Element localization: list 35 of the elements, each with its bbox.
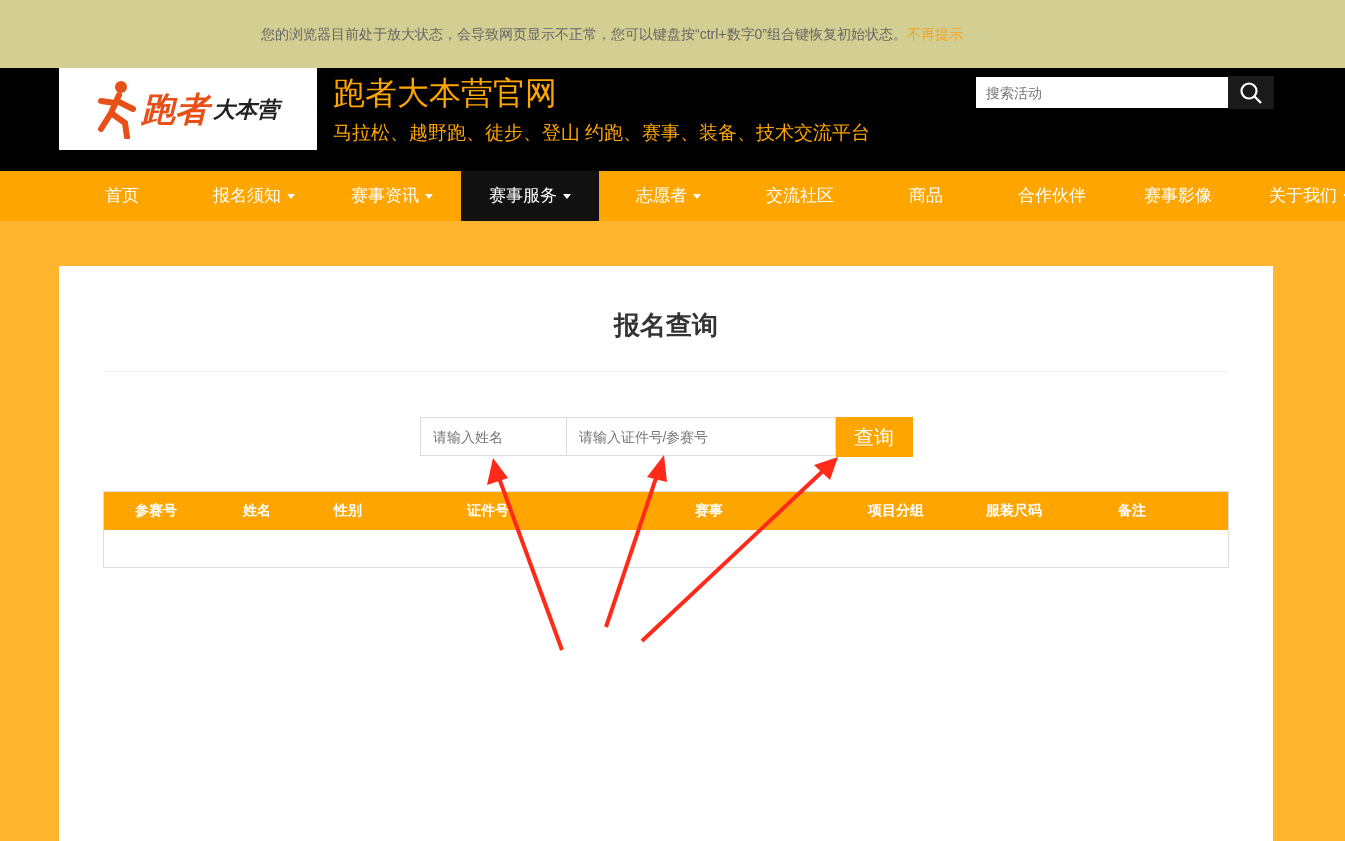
column-header: 姓名: [207, 491, 306, 530]
search-icon: [1239, 80, 1263, 105]
caret-icon: [563, 193, 571, 199]
nav-item[interactable]: 赛事影像: [1115, 171, 1241, 221]
column-header: 备注: [1067, 491, 1196, 530]
zoom-warning-text: 您的浏览器目前处于放大状态，会导致网页显示不正常，您可以键盘按“ctrl+数字0”组合键恢复初始状态。: [261, 24, 907, 44]
id-number-field[interactable]: 请输入证件号/参赛号: [566, 417, 836, 456]
site-tagline: 马拉松、越野跑、徒步、登山 约跑、赛事、装备、技术交流平台: [333, 121, 871, 146]
nav-item[interactable]: 商品: [863, 171, 989, 221]
caret-icon: [692, 193, 701, 199]
nav-item[interactable]: 志愿者: [599, 171, 737, 221]
caret-icon: [287, 193, 295, 199]
nav-item[interactable]: 报名须知: [185, 171, 323, 221]
query-button[interactable]: 查询: [835, 417, 913, 457]
column-header: 赛事: [585, 491, 832, 530]
runner-icon: [97, 79, 137, 139]
caret-icon: [425, 193, 433, 199]
column-header: 项目分组: [831, 491, 960, 530]
name-field[interactable]: 请输入姓名: [419, 417, 567, 456]
column-header: 参赛号: [103, 491, 208, 530]
column-header: 证件号: [389, 491, 586, 530]
site-title: 跑者大本营官网: [333, 76, 558, 112]
nav-item[interactable]: 交流社区: [737, 171, 863, 221]
nav-item[interactable]: 合作伙伴: [989, 171, 1115, 221]
nav-item[interactable]: 关于我们: [1241, 171, 1345, 221]
nav-item[interactable]: 首页: [59, 171, 185, 221]
search-button[interactable]: [1228, 76, 1274, 109]
page-title: 报名查询: [612, 309, 719, 342]
search-field[interactable]: 搜索活动: [976, 77, 1228, 108]
nav-item[interactable]: 赛事资讯: [323, 171, 461, 221]
site-logo[interactable]: 跑者大本营: [59, 68, 317, 150]
column-header: 性别: [305, 491, 390, 530]
nav-item[interactable]: 赛事服务: [461, 171, 599, 221]
column-header: 服装尺码: [959, 491, 1068, 530]
dismiss-link[interactable]: 不再提示: [906, 23, 963, 45]
